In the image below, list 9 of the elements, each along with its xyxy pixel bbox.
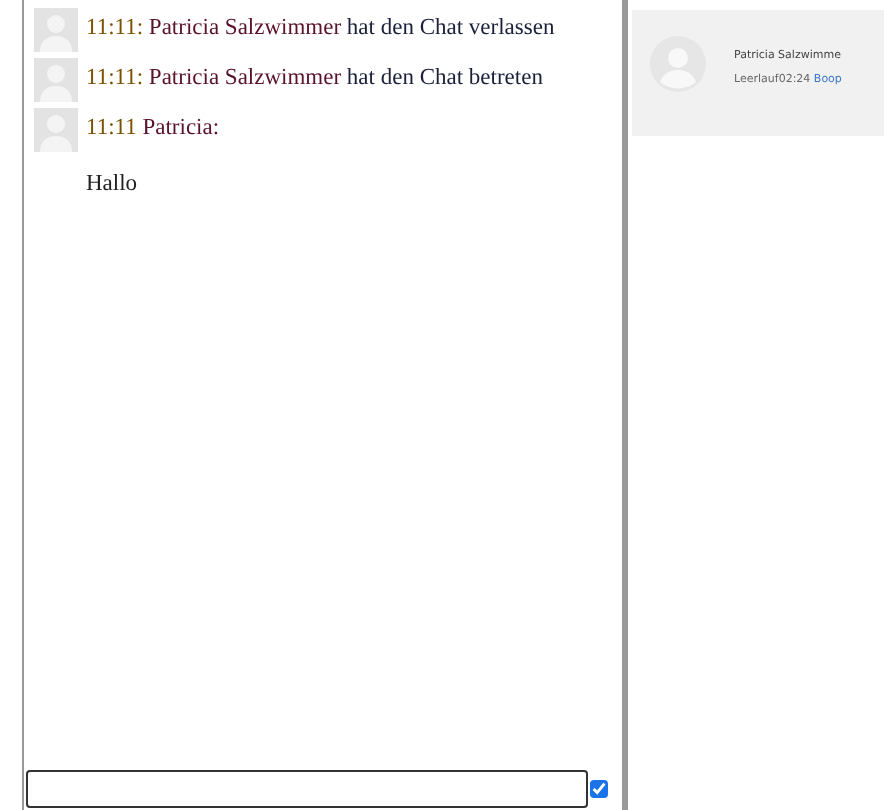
checkbox[interactable] — [590, 780, 608, 798]
chat-event: 11:11: Patricia Salzwimmer hat den Chat verlassen — [86, 14, 555, 40]
chat-event: 11:11: Patricia Salzwimmer hat den Chat betreten — [86, 64, 543, 90]
message-input[interactable] — [26, 770, 588, 808]
avatar-icon — [34, 8, 78, 52]
message-header: 11:11 Patricia: — [86, 114, 220, 140]
avatar-icon — [34, 58, 78, 102]
avatar-icon — [34, 108, 78, 152]
message-text: Hallo — [86, 172, 140, 196]
